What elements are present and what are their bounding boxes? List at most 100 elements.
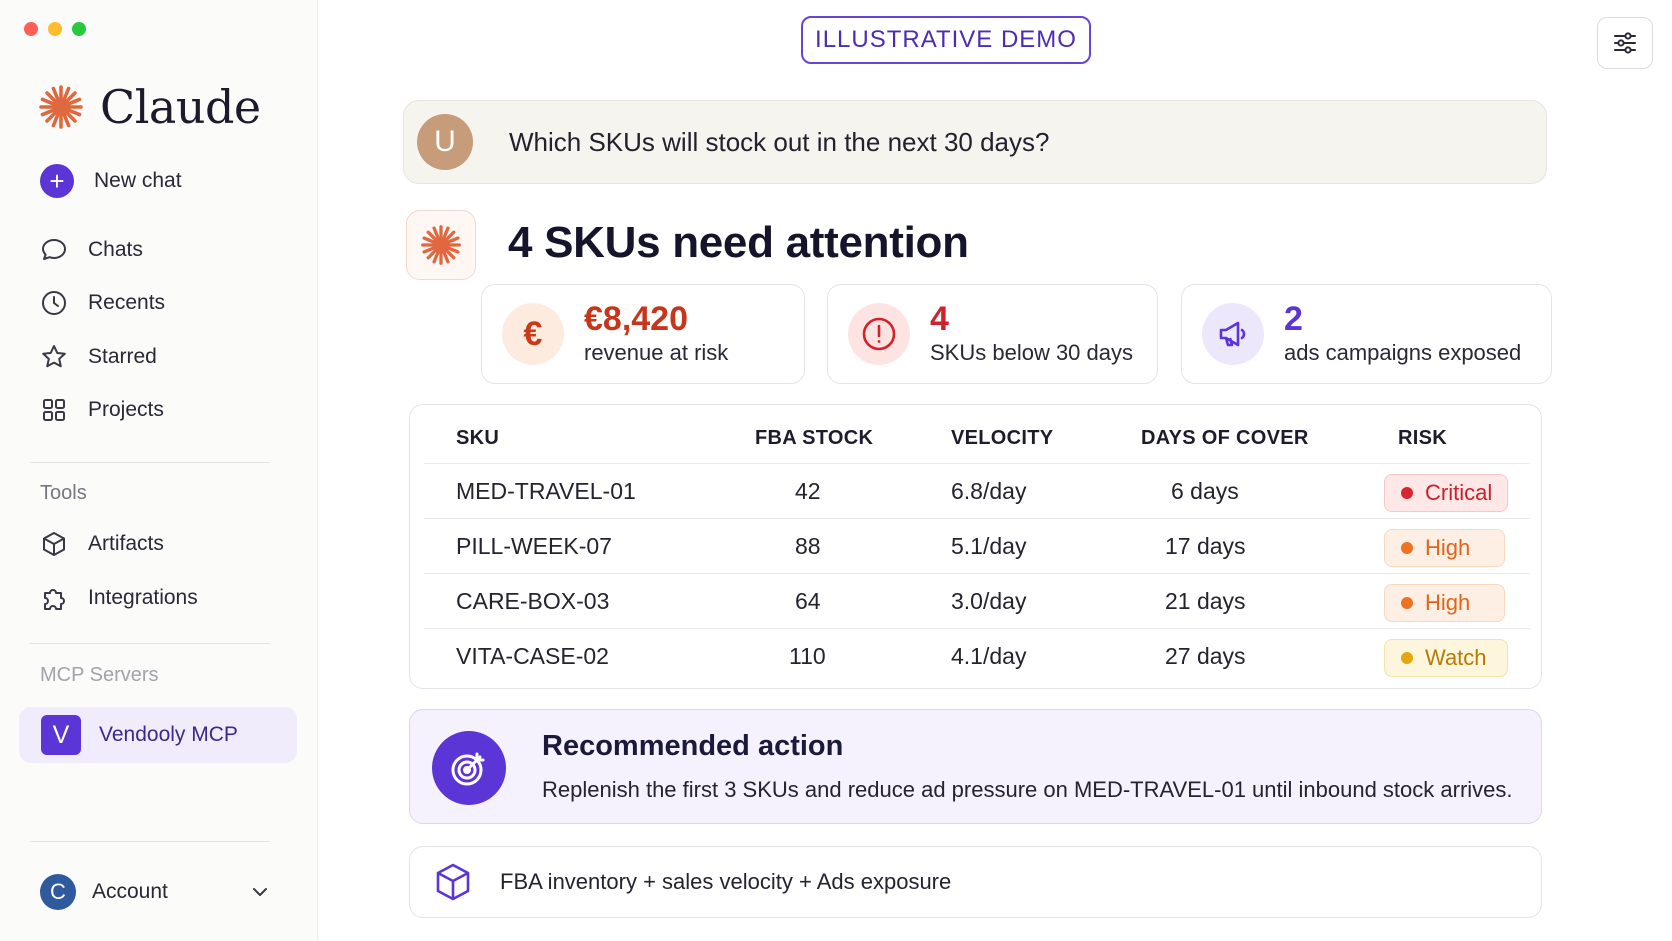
euro-icon: €: [502, 303, 564, 365]
sidebar-item-label: Integrations: [88, 586, 198, 609]
status-dot: [1401, 542, 1413, 554]
cell-velocity: 4.1/day: [951, 643, 1027, 669]
sidebar: Claude + New chat Chats Recents Starred …: [0, 0, 318, 941]
claude-burst-icon: [39, 85, 83, 129]
status-badge: High: [1384, 584, 1505, 622]
column-header-velocity: VELOCITY: [951, 427, 1054, 449]
new-chat-button[interactable]: + New chat: [40, 163, 182, 199]
brand-logo[interactable]: Claude: [38, 80, 261, 134]
cell-velocity: 3.0/day: [951, 588, 1027, 614]
action-title: Recommended action: [542, 730, 844, 762]
sidebar-item-recents[interactable]: Recents: [40, 285, 165, 321]
stat-card-skus: 4 SKUs below 30 days: [827, 284, 1158, 384]
cell-sku: MED-TRAVEL-01: [456, 478, 636, 504]
chat-bubble-icon: [42, 239, 66, 260]
status-badge: Critical: [1384, 474, 1508, 512]
demo-badge: ILLUSTRATIVE DEMO: [801, 16, 1091, 64]
status-dot: [1401, 652, 1413, 664]
cell-velocity: 6.8/day: [951, 478, 1027, 504]
status-label: Watch: [1425, 645, 1487, 670]
mcp-section-label: MCP Servers: [40, 664, 159, 686]
sidebar-item-label: Projects: [88, 398, 164, 421]
user-avatar: U: [417, 114, 473, 170]
cell-stock: 64: [795, 588, 821, 614]
table-row[interactable]: CARE-BOX-03 64 3.0/day 21 days High: [424, 573, 1530, 629]
brand-name: Claude: [100, 80, 261, 134]
data-sources-card: FBA inventory + sales velocity + Ads exp…: [409, 846, 1542, 918]
mcp-server-vendooly[interactable]: V Vendooly MCP: [19, 707, 297, 763]
clock-icon: [42, 291, 66, 315]
cell-velocity: 5.1/day: [951, 533, 1027, 559]
star-icon: [42, 345, 66, 368]
sku-risk-table: SKU FBA STOCK VELOCITY DAYS OF COVER RIS…: [409, 404, 1542, 689]
stat-label: SKUs below 30 days: [930, 340, 1133, 365]
plus-icon: +: [40, 164, 74, 198]
sidebar-item-chats[interactable]: Chats: [40, 232, 143, 268]
sidebar-item-starred[interactable]: Starred: [40, 339, 157, 375]
window-controls: [24, 22, 86, 36]
vendooly-logo: V: [41, 715, 81, 755]
status-dot: [1401, 597, 1413, 609]
cell-stock: 88: [795, 533, 821, 559]
column-header-risk: RISK: [1398, 427, 1447, 449]
claude-burst-icon: [421, 225, 461, 265]
cell-cover: 17 days: [1165, 533, 1246, 559]
target-icon: [432, 731, 506, 805]
table-row[interactable]: MED-TRAVEL-01 42 6.8/day 6 days Critical: [424, 463, 1530, 519]
response-headline: 4 SKUs need attention: [508, 218, 969, 267]
minimize-window-button[interactable]: [48, 22, 62, 36]
status-label: High: [1425, 535, 1471, 560]
divider: [30, 462, 270, 463]
column-header-sku: SKU: [456, 427, 500, 449]
cell-stock: 42: [795, 478, 821, 504]
chevron-down-icon: [253, 888, 267, 896]
cell-cover: 6 days: [1171, 478, 1239, 504]
puzzle-icon: [44, 589, 65, 610]
sidebar-item-label: Recents: [88, 291, 166, 314]
cell-cover: 27 days: [1165, 643, 1246, 669]
stat-value: 2: [1284, 300, 1303, 338]
settings-button[interactable]: [1597, 17, 1653, 69]
divider: [30, 643, 270, 644]
divider: [30, 841, 270, 842]
account-menu[interactable]: C Account: [40, 872, 270, 912]
sidebar-item-integrations[interactable]: Integrations: [40, 580, 198, 616]
data-sources-text: FBA inventory + sales velocity + Ads exp…: [500, 869, 952, 894]
maximize-window-button[interactable]: [72, 22, 86, 36]
tools-section-label: Tools: [40, 482, 87, 504]
sidebar-item-label: Chats: [88, 238, 143, 261]
stat-card-revenue: € €8,420 revenue at risk: [481, 284, 805, 384]
close-window-button[interactable]: [24, 22, 38, 36]
megaphone-icon: [1202, 303, 1264, 365]
account-label: Account: [92, 880, 168, 903]
status-label: High: [1425, 590, 1471, 615]
sidebar-item-label: Artifacts: [88, 532, 164, 555]
column-header-days-of-cover: DAYS OF COVER: [1141, 427, 1309, 449]
cell-sku: VITA-CASE-02: [456, 643, 609, 669]
sidebar-item-projects[interactable]: Projects: [40, 392, 164, 428]
user-message-text: Which SKUs will stock out in the next 30…: [509, 126, 1050, 157]
column-header-fba-stock: FBA STOCK: [755, 427, 874, 449]
stat-label: ads campaigns exposed: [1284, 340, 1522, 365]
stat-value: 4: [930, 300, 949, 338]
stat-label: revenue at risk: [584, 340, 729, 365]
new-chat-label: New chat: [94, 169, 182, 192]
user-message: U Which SKUs will stock out in the next …: [403, 100, 1547, 184]
status-badge: Watch: [1384, 639, 1508, 677]
status-badge: High: [1384, 529, 1505, 567]
status-dot: [1401, 487, 1413, 499]
stat-value: €8,420: [584, 300, 688, 338]
mcp-server-label: Vendooly MCP: [99, 723, 238, 746]
sidebar-item-artifacts[interactable]: Artifacts: [40, 526, 164, 562]
grid-icon: [43, 399, 65, 421]
status-label: Critical: [1425, 480, 1493, 505]
sliders-icon: [1614, 32, 1636, 54]
action-body: Replenish the first 3 SKUs and reduce ad…: [542, 777, 1513, 802]
recommended-action-card: Recommended action Replenish the first 3…: [409, 709, 1542, 824]
cell-stock: 110: [789, 643, 826, 669]
table-row[interactable]: VITA-CASE-02 110 4.1/day 27 days Watch: [424, 628, 1530, 684]
cell-sku: CARE-BOX-03: [456, 588, 610, 614]
cube-icon: [436, 863, 470, 901]
table-row[interactable]: PILL-WEEK-07 88 5.1/day 17 days High: [424, 518, 1530, 574]
assistant-avatar: [406, 210, 476, 280]
